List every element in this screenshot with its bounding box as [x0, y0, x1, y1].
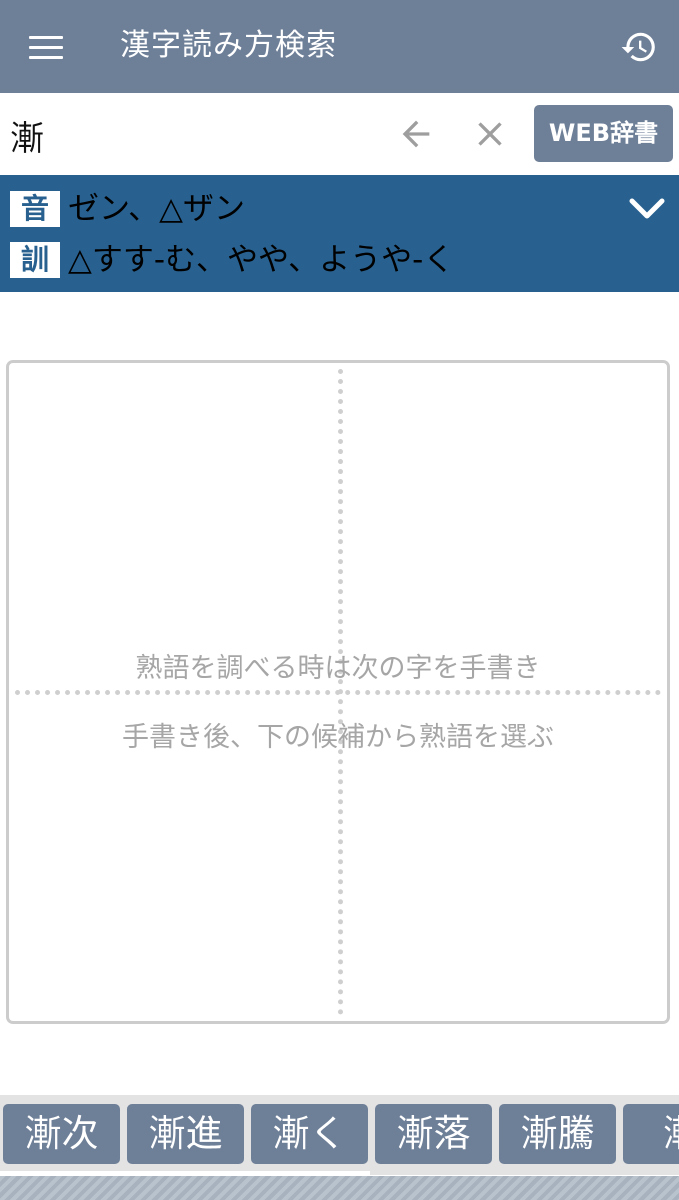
candidate-list: 漸次 漸進 漸く 漸落 漸騰 漸: [3, 1104, 679, 1164]
candidate-button[interactable]: 漸: [623, 1104, 679, 1164]
close-icon[interactable]: [470, 114, 510, 154]
handwriting-canvas[interactable]: 熟語を調べる時は次の字を手書き 手書き後、下の候補から熟語を選ぶ: [6, 360, 670, 1024]
candidate-button[interactable]: 漸く: [251, 1104, 368, 1164]
handwriting-hint-line-1: 熟語を調べる時は次の字を手書き: [135, 653, 541, 684]
kun-reading-row: 訓 △すす-む、やや、ようや-く: [10, 240, 454, 280]
chevron-down-icon[interactable]: [626, 192, 668, 226]
web-dictionary-button[interactable]: WEB辞書: [534, 105, 673, 162]
kun-reading-text: △すす-む、やや、ようや-く: [68, 242, 455, 278]
on-reading-text: ゼン、△ザン: [68, 191, 245, 227]
candidate-bar[interactable]: 漸次 漸進 漸く 漸落 漸騰 漸: [0, 1095, 679, 1175]
on-reading-badge: 音: [10, 191, 60, 227]
candidate-button[interactable]: 漸進: [127, 1104, 244, 1164]
app-title: 漢字読み方検索: [120, 28, 337, 63]
on-reading-row: 音 ゼン、△ザン: [10, 189, 245, 229]
kanji-search-input[interactable]: [8, 109, 382, 161]
candidate-button[interactable]: 漸次: [3, 1104, 120, 1164]
handwriting-hint-line-2: 手書き後、下の候補から熟語を選ぶ: [122, 722, 554, 753]
bottom-strip: [0, 1176, 679, 1200]
candidate-button[interactable]: 漸騰: [499, 1104, 616, 1164]
hamburger-menu-icon[interactable]: [29, 36, 63, 60]
app-bar: 漢字読み方検索: [0, 0, 679, 93]
kun-reading-badge: 訓: [10, 242, 60, 278]
arrow-left-icon[interactable]: [396, 114, 436, 154]
candidate-button[interactable]: 漸落: [375, 1104, 492, 1164]
horizontal-guide-line: [15, 690, 661, 695]
history-icon[interactable]: [620, 28, 658, 66]
search-bar: WEB辞書: [0, 93, 679, 175]
